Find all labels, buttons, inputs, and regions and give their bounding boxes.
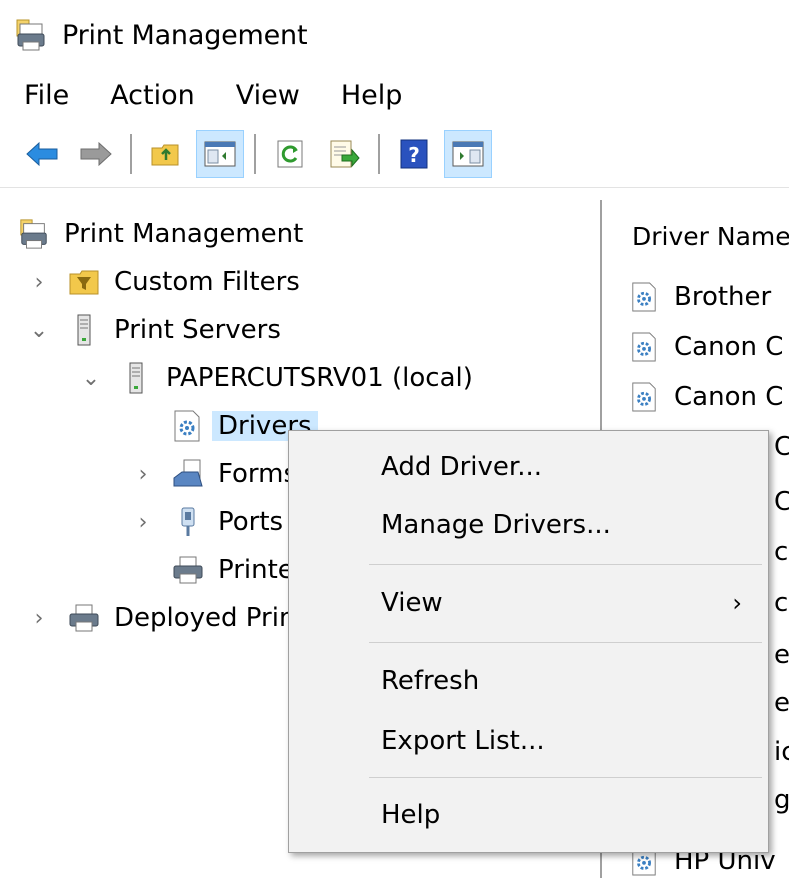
list-item[interactable]: Canon C — [630, 372, 783, 422]
driver-icon — [172, 410, 204, 442]
server-icon — [68, 314, 100, 346]
menu-item-label: Help — [381, 800, 441, 830]
menu-separator — [369, 564, 762, 565]
chevron-right-icon: › — [732, 589, 742, 617]
printer-icon — [172, 554, 204, 586]
toolbar: ? — [0, 120, 789, 188]
menu-action[interactable]: Action — [106, 78, 199, 113]
list-item[interactable]: C — [774, 477, 789, 527]
svg-text:?: ? — [408, 143, 420, 167]
list-item[interactable]: ic — [774, 727, 789, 777]
chevron-down-icon[interactable]: ⌄ — [76, 366, 106, 391]
toolbar-separator — [130, 133, 132, 174]
window-title: Print Management — [62, 19, 308, 51]
tree-node-forms[interactable]: › Forms — [128, 450, 297, 498]
tree-label: Custom Filters — [114, 267, 300, 297]
driver-icon — [630, 381, 660, 413]
menu-file[interactable]: File — [20, 78, 73, 113]
show-hide-action-pane-button[interactable] — [444, 129, 492, 178]
tree-label: Ports — [218, 507, 284, 537]
forms-icon — [172, 458, 204, 490]
show-hide-action-pane-icon — [452, 141, 484, 166]
chevron-down-icon[interactable]: ⌄ — [24, 318, 54, 343]
list-item-label: C — [774, 487, 789, 517]
list-item-label: e — [774, 688, 789, 718]
list-item-label: c — [774, 588, 789, 618]
list-item[interactable]: c — [774, 527, 788, 577]
driver-icon — [630, 331, 660, 363]
list-item[interactable]: e — [774, 678, 789, 728]
column-header-driver-name[interactable]: Driver Name — [632, 222, 789, 251]
menu-item-manage-drivers[interactable]: Manage Drivers... — [289, 497, 768, 553]
print-management-icon — [18, 218, 50, 250]
list-item[interactable]: Brother — [630, 272, 771, 322]
list-item-label: Canon C — [674, 332, 784, 362]
list-item-label: e — [774, 640, 789, 670]
tree-label: Forms — [218, 459, 298, 489]
up-folder-icon — [151, 144, 179, 165]
title-bar: Print Management — [0, 0, 789, 70]
list-item-label: Canon C — [674, 382, 784, 412]
port-icon — [172, 506, 204, 538]
toolbar-separator — [378, 133, 380, 174]
chevron-right-icon[interactable]: › — [128, 462, 158, 487]
forward-icon — [80, 141, 112, 166]
context-menu: Add Driver... Manage Drivers... View › R… — [288, 430, 769, 853]
menu-help[interactable]: Help — [337, 78, 407, 113]
tree-label: PAPERCUTSRV01 (local) — [166, 363, 473, 393]
chevron-right-icon[interactable]: › — [24, 270, 54, 295]
chevron-right-icon[interactable]: › — [24, 606, 54, 631]
export-list-icon — [330, 140, 360, 167]
server-icon — [120, 362, 152, 394]
menu-item-export-list[interactable]: Export List... — [289, 713, 768, 769]
forward-button[interactable] — [72, 130, 120, 178]
menu-item-view[interactable]: View › — [289, 575, 768, 631]
list-item-label: ic — [774, 737, 789, 767]
list-item-label: Brother — [674, 282, 772, 312]
list-item[interactable]: c — [774, 578, 788, 628]
menu-item-label: Manage Drivers... — [381, 510, 611, 540]
up-folder-button[interactable] — [142, 130, 190, 178]
filter-folder-icon — [68, 266, 100, 298]
menu-bar: File Action View Help — [0, 70, 789, 120]
list-item[interactable]: e — [774, 630, 789, 680]
export-list-button[interactable] — [320, 130, 368, 178]
refresh-button[interactable] — [266, 130, 314, 178]
list-item-label: C — [774, 432, 789, 462]
tree-node-print-servers[interactable]: ⌄ Print Servers — [24, 306, 281, 354]
list-item[interactable]: ge — [774, 775, 789, 825]
toolbar-separator — [254, 133, 256, 174]
chevron-right-icon[interactable]: › — [128, 510, 158, 535]
menu-separator — [369, 777, 762, 778]
driver-icon — [630, 281, 660, 313]
menu-item-label: Add Driver... — [381, 452, 543, 482]
tree-node-server[interactable]: ⌄ PAPERCUTSRV01 (local) — [76, 354, 473, 402]
menu-item-add-driver[interactable]: Add Driver... — [289, 439, 768, 495]
print-management-icon — [14, 18, 48, 52]
show-hide-console-tree-icon — [204, 141, 236, 166]
menu-item-refresh[interactable]: Refresh — [289, 653, 768, 709]
menu-item-label: Export List... — [381, 726, 545, 756]
menu-item-label: View — [381, 588, 443, 618]
tree-node-ports[interactable]: › Ports — [128, 498, 284, 546]
refresh-icon — [277, 140, 303, 167]
back-icon — [26, 141, 58, 166]
menu-item-label: Refresh — [381, 666, 480, 696]
menu-separator — [369, 642, 762, 643]
help-button[interactable]: ? — [390, 130, 438, 178]
tree-label: Print Servers — [114, 315, 281, 345]
tree-node-print-management[interactable]: Print Management — [18, 210, 303, 258]
show-hide-console-tree-button[interactable] — [196, 129, 244, 178]
list-item[interactable]: C — [774, 422, 789, 472]
menu-view[interactable]: View — [232, 78, 304, 113]
tree-label: Print Management — [64, 219, 304, 249]
help-icon: ? — [400, 139, 428, 168]
printer-icon — [68, 602, 100, 634]
list-item[interactable]: Canon C — [630, 322, 783, 372]
tree-node-custom-filters[interactable]: › Custom Filters — [24, 258, 300, 306]
back-button[interactable] — [18, 130, 66, 178]
list-item-label: ge — [774, 785, 789, 815]
list-item-label: c — [774, 537, 789, 567]
menu-item-help[interactable]: Help — [289, 787, 768, 843]
